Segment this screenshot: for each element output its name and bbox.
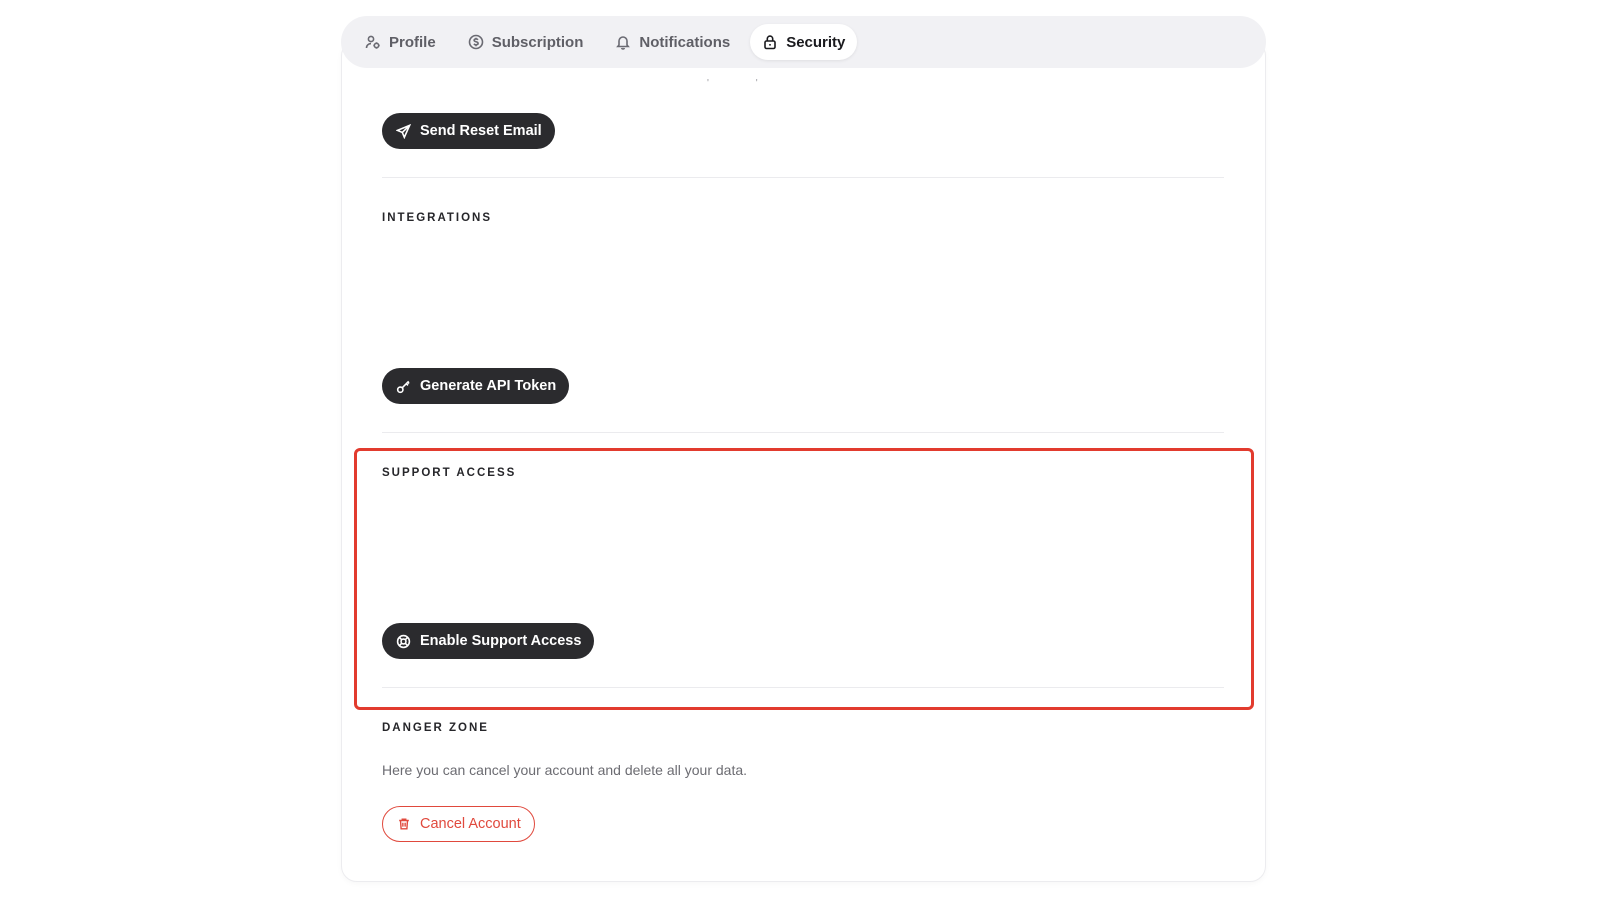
dollar-circle-icon bbox=[468, 34, 483, 50]
section-divider bbox=[382, 432, 1224, 433]
support-access-title: SUPPORT ACCESS bbox=[382, 467, 517, 479]
danger-zone-description: Here you can cancel your account and del… bbox=[382, 762, 748, 778]
cancel-account-button[interactable]: Cancel Account bbox=[382, 806, 535, 842]
section-divider bbox=[382, 177, 1224, 178]
button-label: Cancel Account bbox=[420, 816, 521, 832]
tab-label: Profile bbox=[389, 33, 436, 51]
generate-api-token-button[interactable]: Generate API Token bbox=[382, 368, 570, 404]
support-access-highlight bbox=[354, 448, 1254, 710]
tab-label: Subscription bbox=[491, 33, 584, 51]
user-settings-icon bbox=[365, 35, 380, 49]
key-icon bbox=[396, 380, 410, 393]
bell-icon bbox=[616, 36, 631, 50]
lock-icon bbox=[764, 35, 777, 50]
button-label: Enable Support Access bbox=[420, 633, 582, 649]
tab-label: Notifications bbox=[639, 33, 731, 51]
tab-label: Security bbox=[786, 33, 846, 51]
tab-security[interactable]: Security bbox=[750, 24, 858, 60]
tab-subscription[interactable]: Subscription bbox=[456, 24, 596, 60]
life-buoy-icon bbox=[396, 634, 411, 648]
settings-tab-bar: Profile Subscription Notifications Secur… bbox=[341, 16, 1266, 68]
integrations-title: INTEGRATIONS bbox=[382, 212, 493, 224]
trash-icon bbox=[399, 818, 409, 830]
send-reset-email-button[interactable]: Send Reset Email bbox=[382, 113, 555, 149]
tab-notifications[interactable]: Notifications bbox=[603, 24, 742, 60]
button-label: Send Reset Email bbox=[420, 123, 542, 139]
tab-profile[interactable]: Profile bbox=[353, 24, 448, 60]
send-icon bbox=[396, 123, 411, 139]
button-label: Generate API Token bbox=[420, 378, 557, 394]
enable-support-access-button[interactable]: Enable Support Access bbox=[382, 623, 595, 659]
scrolled-text-remnant: ' ' bbox=[707, 78, 780, 89]
section-divider bbox=[382, 687, 1224, 688]
danger-zone-title: DANGER ZONE bbox=[382, 722, 489, 734]
